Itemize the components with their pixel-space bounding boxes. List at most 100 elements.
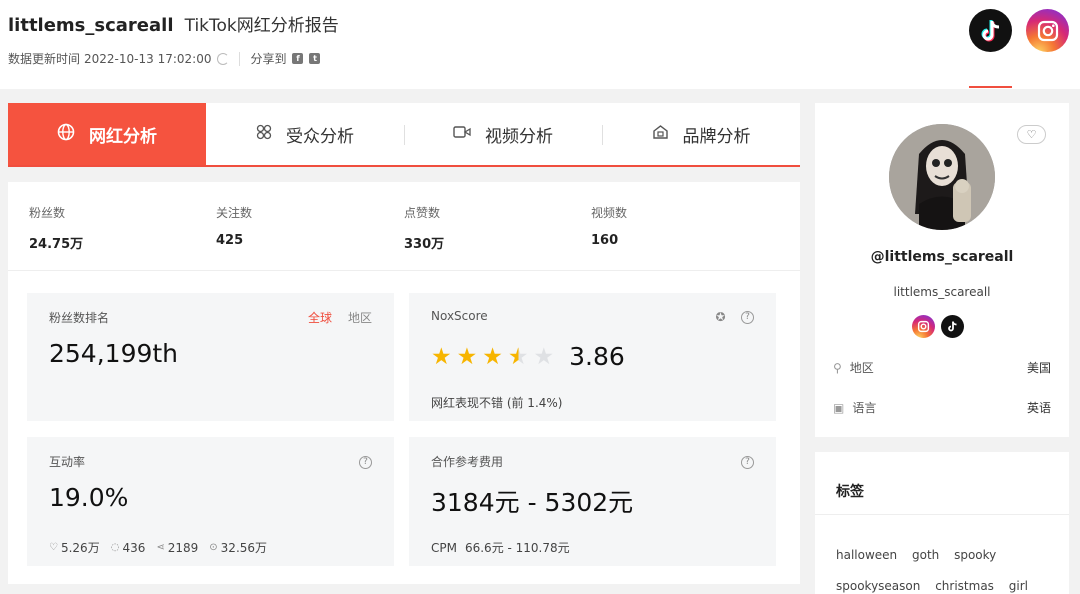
report-title: littlems_scareall TikTok网红分析报告 — [8, 11, 339, 36]
report-header: littlems_scareall TikTok网红分析报告 数据更新时间 20… — [0, 0, 1080, 89]
stat-value: 160 — [591, 233, 619, 248]
influencer-overview-panel: 粉丝数 24.75万 关注数 425 点赞数 330万 视频数 160 粉丝数排… — [8, 182, 800, 584]
tab-influencer-analysis[interactable]: 网红分析 — [8, 103, 206, 165]
card-label: NoxScore — [431, 309, 488, 323]
favorite-button[interactable]: ♡ — [1017, 125, 1046, 144]
shares-count: 2189 — [167, 540, 199, 555]
badge-icon[interactable]: ✪ — [714, 311, 727, 324]
video-icon — [453, 125, 471, 143]
follower-rank-card: 粉丝数排名 全球 地区 254,199th — [27, 293, 394, 421]
star-icon: ★ — [431, 343, 452, 370]
instagram-icon[interactable] — [912, 315, 935, 338]
tab-brand-analysis[interactable]: 品牌分析 — [602, 103, 800, 165]
comments-stat: ◌ 436 — [111, 539, 146, 556]
heart-icon: ♡ — [49, 542, 58, 553]
star-icon: ★ — [507, 343, 529, 370]
play-icon: ⊙ — [209, 542, 218, 553]
star-icon: ★ — [456, 343, 478, 370]
tab-label: 受众分析 — [286, 126, 354, 147]
refresh-icon[interactable] — [217, 52, 230, 65]
avatar — [889, 124, 995, 230]
stat-value: 425 — [216, 233, 244, 248]
help-icon[interactable]: ? — [359, 456, 372, 469]
stat-value: 24.75万 — [29, 237, 84, 252]
card-label: 互动率 — [49, 455, 86, 469]
tag-item[interactable]: spookyseason — [836, 571, 920, 594]
cpm-label: CPM — [431, 541, 457, 555]
divider — [602, 125, 603, 145]
active-platform-indicator — [969, 86, 1012, 88]
tag-item[interactable]: christmas — [935, 571, 994, 594]
help-icon[interactable]: ? — [741, 456, 754, 469]
stat-likes: 点赞数 330万 — [404, 204, 444, 252]
likes-count: 5.26万 — [60, 541, 100, 555]
star-rating: ★ ★ ★ ★ ★ 3.86 — [431, 342, 625, 371]
profile-platforms — [912, 315, 970, 338]
stat-following: 关注数 425 — [216, 204, 252, 248]
profile-card: ♡ @littlems_scareall littlems_scareall ⚲… — [815, 103, 1069, 437]
cpm-value: 66.6元 - 110.78元 — [464, 541, 570, 555]
stat-label: 视频数 — [591, 206, 628, 220]
cpm-row: CPM 66.6元 - 110.78元 — [431, 539, 570, 556]
scope-region-toggle[interactable]: 地区 — [348, 309, 372, 326]
audience-icon — [256, 124, 272, 144]
region-value: 美国 — [1026, 361, 1051, 375]
noxscore-note: 网红表现不错 (前 1.4%) — [431, 396, 563, 410]
updated-time: 2022-10-13 17:02:00 — [84, 51, 212, 66]
stats-row: 粉丝数 24.75万 关注数 425 点赞数 330万 视频数 160 — [8, 182, 800, 271]
update-info: 数据更新时间 2022-10-13 17:02:00 分享到 f t — [8, 50, 321, 67]
comments-count: 436 — [122, 540, 146, 555]
share-label: 分享到 — [250, 52, 287, 66]
region-row: ⚲ 地区 美国 — [833, 359, 1051, 376]
stat-label: 粉丝数 — [29, 206, 66, 220]
divider — [404, 125, 405, 145]
heart-icon: ♡ — [1026, 128, 1037, 141]
tiktok-icon[interactable] — [941, 315, 964, 338]
tag-item[interactable]: halloween — [836, 540, 897, 571]
cooperation-cost-card: 合作参考费用 ? 3184元 - 5302元 CPM 66.6元 - 110.78… — [409, 437, 776, 566]
instagram-icon[interactable] — [1026, 9, 1069, 52]
language-value: 英语 — [1026, 401, 1051, 415]
globe-icon — [57, 123, 75, 145]
scope-global-toggle[interactable]: 全球 — [308, 309, 332, 326]
profile-nickname: littlems_scareall — [893, 285, 991, 299]
tab-video-analysis[interactable]: 视频分析 — [404, 103, 602, 165]
divider — [815, 514, 1069, 515]
stat-label: 关注数 — [216, 206, 253, 220]
tiktok-icon[interactable] — [969, 9, 1012, 52]
views-stat: ⊙ 32.56万 — [209, 539, 267, 556]
tag-item[interactable]: spooky — [954, 540, 996, 571]
stat-value: 330万 — [404, 237, 445, 252]
card-label: 合作参考费用 — [431, 455, 504, 469]
tags-card: 标签 halloween goth spooky spookyseason ch… — [815, 452, 1069, 594]
brand-icon — [652, 124, 669, 144]
star-icon: ★ — [482, 343, 503, 370]
stat-followers: 粉丝数 24.75万 — [29, 204, 83, 252]
location-pin-icon: ⚲ — [833, 360, 842, 375]
share-icon: ⋖ — [156, 542, 165, 553]
twitter-icon[interactable]: t — [309, 53, 321, 64]
language-row: ▣ 语言 英语 — [833, 399, 1051, 416]
cost-range-value: 3184元 - 5302元 — [431, 488, 634, 517]
tab-label: 品牌分析 — [682, 126, 751, 147]
tags-title: 标签 — [836, 484, 864, 500]
engagement-rate-value: 19.0% — [49, 483, 129, 512]
region-label: 地区 — [849, 361, 874, 375]
star-icon: ★ — [533, 343, 555, 370]
engagement-breakdown: ♡ 5.26万 ◌ 436 ⋖ 2189 ⊙ 32.56万 — [49, 539, 278, 556]
tag-item[interactable]: girl — [1009, 571, 1028, 594]
username-title: littlems_scareall — [8, 15, 174, 36]
facebook-icon[interactable]: f — [292, 53, 304, 64]
tab-audience-analysis[interactable]: 受众分析 — [206, 103, 404, 165]
follower-rank-value: 254,199th — [49, 339, 179, 368]
tag-list: halloween goth spooky spookyseason chris… — [836, 540, 1056, 594]
comment-icon: ◌ — [110, 542, 120, 553]
likes-stat: ♡ 5.26万 — [49, 539, 100, 556]
report-type-title: TikTok网红分析报告 — [184, 16, 339, 36]
tag-item[interactable]: goth — [912, 540, 939, 571]
profile-handle: @littlems_scareall — [870, 249, 1014, 265]
engagement-card: 互动率 ? 19.0% ♡ 5.26万 ◌ 436 ⋖ 2189 ⊙ 32.56万 — [27, 437, 394, 566]
help-icon[interactable]: ? — [741, 311, 754, 324]
language-icon: ▣ — [833, 400, 845, 415]
shares-stat: ⋖ 2189 — [156, 539, 198, 556]
